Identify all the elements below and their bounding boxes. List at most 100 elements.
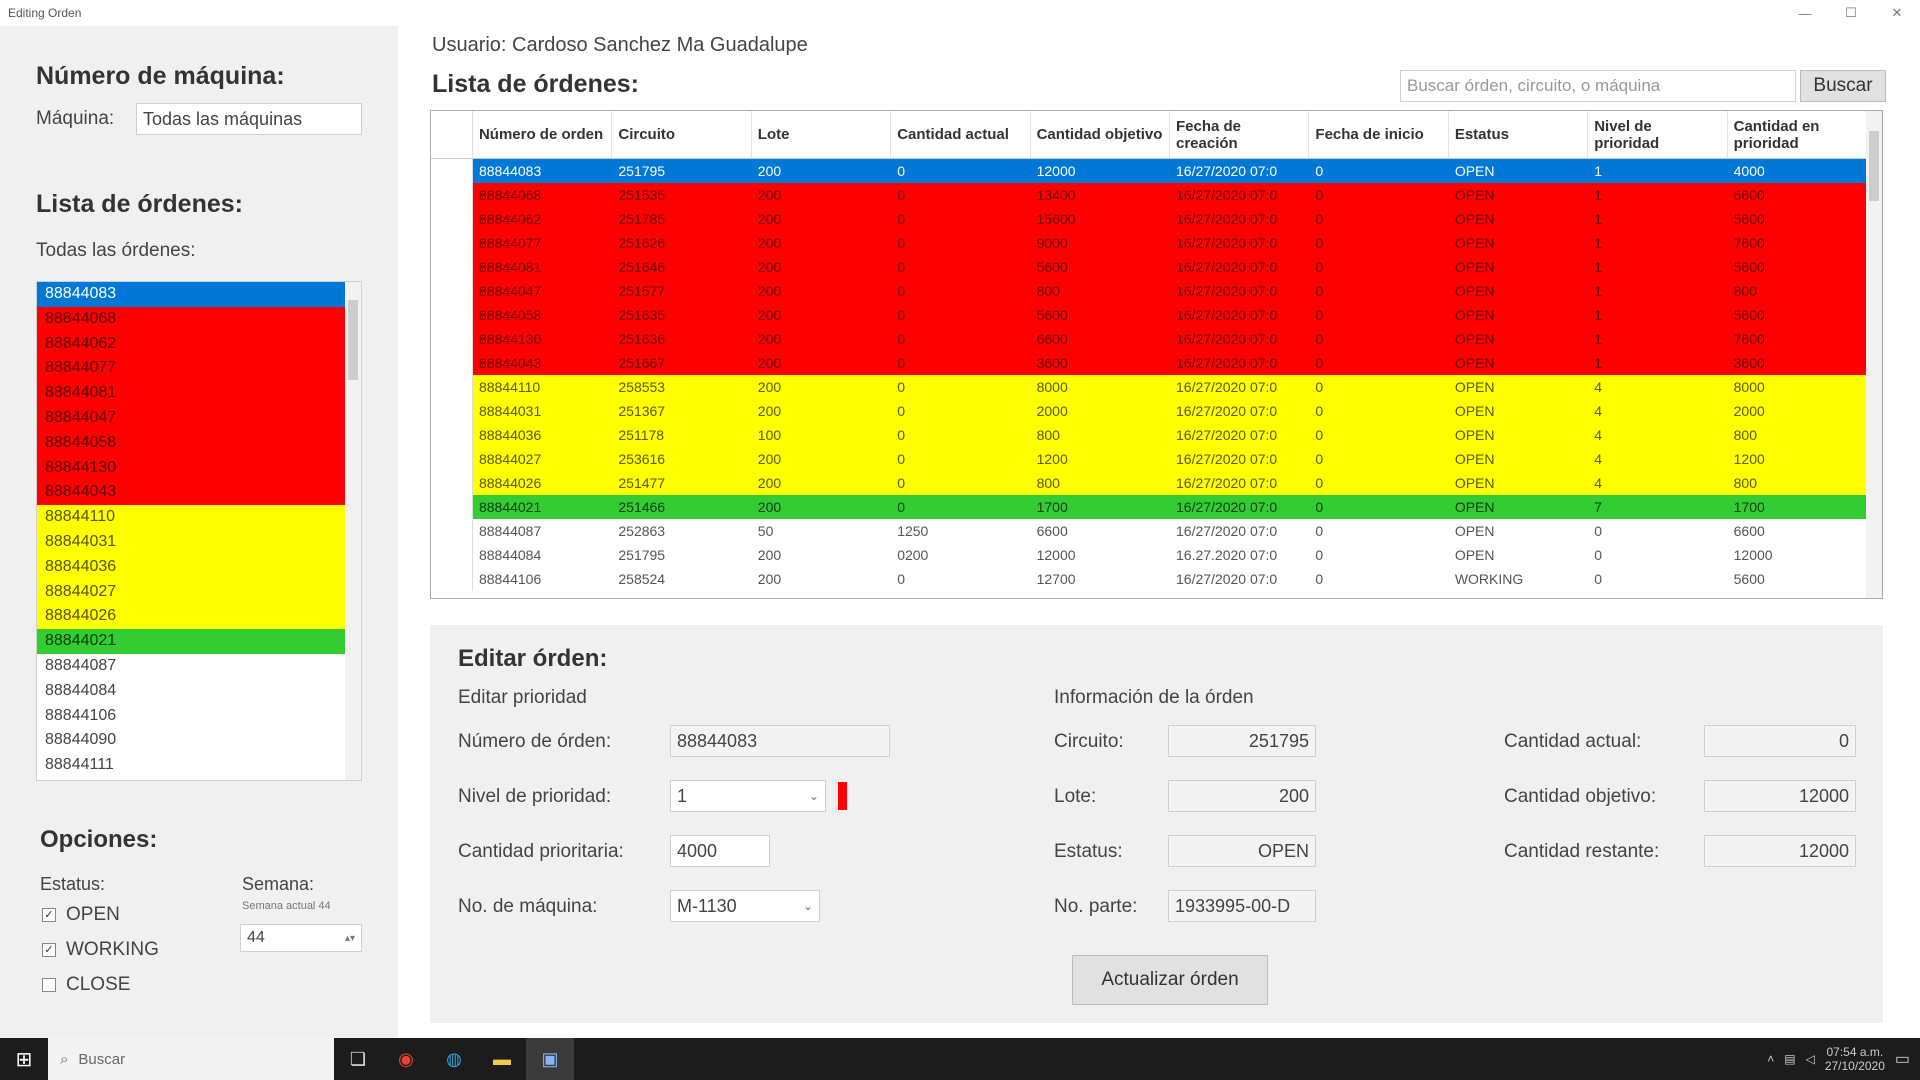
chrome-icon[interactable]: ◉ — [382, 1038, 430, 1080]
order-list-item[interactable]: 88844027 — [37, 579, 345, 605]
table-cell[interactable]: 16/27/2020 07:0 — [1170, 351, 1310, 375]
table-cell[interactable]: 0 — [1309, 399, 1449, 423]
table-cell[interactable]: 1200 — [1030, 447, 1170, 471]
table-cell[interactable]: OPEN — [1448, 207, 1589, 231]
order-list-item[interactable]: 88844047 — [37, 405, 345, 431]
table-cell[interactable]: 251667 — [612, 351, 752, 375]
table-cell[interactable]: 200 — [751, 255, 892, 279]
table-cell[interactable]: 0 — [1588, 543, 1728, 567]
table-cell[interactable]: 88844068 — [472, 183, 613, 207]
orders-listbox[interactable]: 88844083 88844068 88844062 88844077 88844081… — [36, 281, 362, 781]
order-list-item[interactable]: 88844084 — [37, 678, 345, 704]
table-cell[interactable]: 7600 — [1727, 231, 1868, 255]
table-cell[interactable]: 200 — [751, 447, 892, 471]
row-header[interactable] — [431, 543, 473, 567]
table-cell[interactable]: 251626 — [612, 231, 752, 255]
col-header-priority-qty[interactable]: Cantidad en prioridad — [1728, 111, 1868, 158]
table-cell[interactable]: 50 — [751, 519, 892, 543]
table-cell[interactable]: OPEN — [1448, 519, 1589, 543]
table-cell[interactable]: 251636 — [612, 327, 752, 351]
table-row[interactable]: 88844077 251626 200 0 9000 16/27/2020 07:0 0 OP… — [431, 231, 1868, 255]
table-cell[interactable]: 800 — [1727, 471, 1868, 495]
table-cell[interactable]: 9000 — [1030, 231, 1170, 255]
col-header-status[interactable]: Estatus — [1449, 111, 1589, 158]
table-cell[interactable]: 251178 — [612, 423, 752, 447]
row-header[interactable] — [431, 495, 473, 519]
table-cell[interactable]: 12000 — [1727, 543, 1868, 567]
table-cell[interactable]: OPEN — [1448, 279, 1589, 303]
table-row[interactable]: 88844026 251477 200 0 800 16/27/2020 07:0 0 OPE… — [431, 471, 1868, 495]
table-cell[interactable]: 4 — [1588, 399, 1728, 423]
grid-scrollbar[interactable] — [1866, 111, 1882, 598]
table-cell[interactable]: 88844077 — [472, 231, 613, 255]
table-cell[interactable]: 16/27/2020 07:0 — [1170, 183, 1310, 207]
table-row[interactable]: 88844021 251466 200 0 1700 16/27/2020 07:0 0 OP… — [431, 495, 1868, 519]
table-cell[interactable]: 16/27/2020 07:0 — [1170, 327, 1310, 351]
taskbar-search[interactable]: ⌕ Buscar — [48, 1038, 334, 1080]
table-cell[interactable]: 1200 — [1727, 447, 1868, 471]
table-cell[interactable]: 200 — [751, 303, 892, 327]
table-cell[interactable]: 0 — [891, 399, 1031, 423]
table-cell[interactable]: 16/27/2020 07:0 — [1170, 303, 1310, 327]
table-cell[interactable]: OPEN — [1448, 303, 1589, 327]
table-cell[interactable]: 251785 — [612, 207, 752, 231]
windows-start-icon[interactable]: ⊞ — [0, 1038, 48, 1080]
table-cell[interactable]: 16/27/2020 07:0 — [1170, 423, 1310, 447]
row-header[interactable] — [431, 327, 473, 351]
search-button[interactable]: Buscar — [1800, 70, 1886, 102]
table-row[interactable]: 88844058 251635 200 0 5600 16/27/2020 07:0 0 OP… — [431, 303, 1868, 327]
chevron-down-icon[interactable]: ⌄ — [809, 789, 819, 803]
app-window-icon[interactable]: ▣ — [526, 1038, 574, 1080]
table-cell[interactable]: 0 — [891, 447, 1031, 471]
table-cell[interactable]: 12000 — [1030, 543, 1170, 567]
table-cell[interactable]: 0 — [891, 303, 1031, 327]
table-cell[interactable]: 200 — [751, 543, 892, 567]
table-cell[interactable]: 0 — [1309, 303, 1449, 327]
table-cell[interactable]: 200 — [751, 183, 892, 207]
table-cell[interactable]: 1 — [1588, 159, 1728, 183]
table-cell[interactable]: 5600 — [1030, 303, 1170, 327]
table-cell[interactable]: 258524 — [612, 567, 752, 591]
table-cell[interactable]: 3600 — [1727, 351, 1868, 375]
order-list-item[interactable]: 88844130 — [37, 455, 345, 481]
table-cell[interactable]: 88844027 — [472, 447, 613, 471]
order-list-item[interactable]: 88844110 — [37, 505, 345, 530]
order-list-item[interactable]: 88844106 — [37, 703, 345, 729]
row-header[interactable] — [431, 375, 473, 399]
table-cell[interactable]: 7 — [1588, 495, 1728, 519]
table-cell[interactable]: 5600 — [1727, 567, 1868, 591]
table-cell[interactable]: 800 — [1727, 279, 1868, 303]
table-row[interactable]: 88844106 258524 200 0 12700 16/27/2020 07:0 0 W… — [431, 567, 1868, 591]
table-cell[interactable]: 16/27/2020 07:0 — [1170, 279, 1310, 303]
table-cell[interactable]: 7600 — [1727, 327, 1868, 351]
table-cell[interactable]: 251795 — [612, 543, 752, 567]
row-header[interactable] — [431, 207, 473, 231]
table-cell[interactable]: 1250 — [891, 519, 1031, 543]
col-header-current-qty[interactable]: Cantidad actual — [891, 111, 1031, 158]
search-input[interactable]: Buscar órden, circuito, o máquina — [1400, 70, 1796, 102]
order-list-item[interactable]: 88844090 — [37, 728, 345, 754]
table-cell[interactable]: 0 — [1309, 351, 1449, 375]
row-header[interactable] — [431, 255, 473, 279]
close-button[interactable]: ✕ — [1874, 0, 1920, 26]
row-header[interactable] — [431, 423, 473, 447]
table-cell[interactable]: 5600 — [1727, 207, 1868, 231]
table-cell[interactable]: 0 — [1309, 327, 1449, 351]
table-cell[interactable]: 88844031 — [472, 399, 613, 423]
table-cell[interactable]: 200 — [751, 207, 892, 231]
order-list-item[interactable]: 88844058 — [37, 430, 345, 456]
table-cell[interactable]: 252863 — [612, 519, 752, 543]
minimize-button[interactable]: — — [1782, 0, 1828, 26]
volume-icon[interactable]: ◁ — [1806, 1052, 1815, 1066]
table-cell[interactable]: 251367 — [612, 399, 752, 423]
table-cell[interactable]: OPEN — [1448, 423, 1589, 447]
table-cell[interactable]: 12000 — [1030, 159, 1170, 183]
table-row[interactable]: 88844083 251795 200 0 12000 16/27/2020 07:0 0 O… — [431, 159, 1868, 183]
table-cell[interactable]: OPEN — [1448, 255, 1589, 279]
table-cell[interactable]: WORKING — [1448, 567, 1589, 591]
row-header[interactable] — [431, 159, 473, 183]
status-working-checkbox[interactable]: ✓ WORKING — [42, 939, 159, 961]
table-cell[interactable]: OPEN — [1448, 351, 1589, 375]
table-cell[interactable]: 200 — [751, 351, 892, 375]
table-cell[interactable]: 200 — [751, 159, 892, 183]
